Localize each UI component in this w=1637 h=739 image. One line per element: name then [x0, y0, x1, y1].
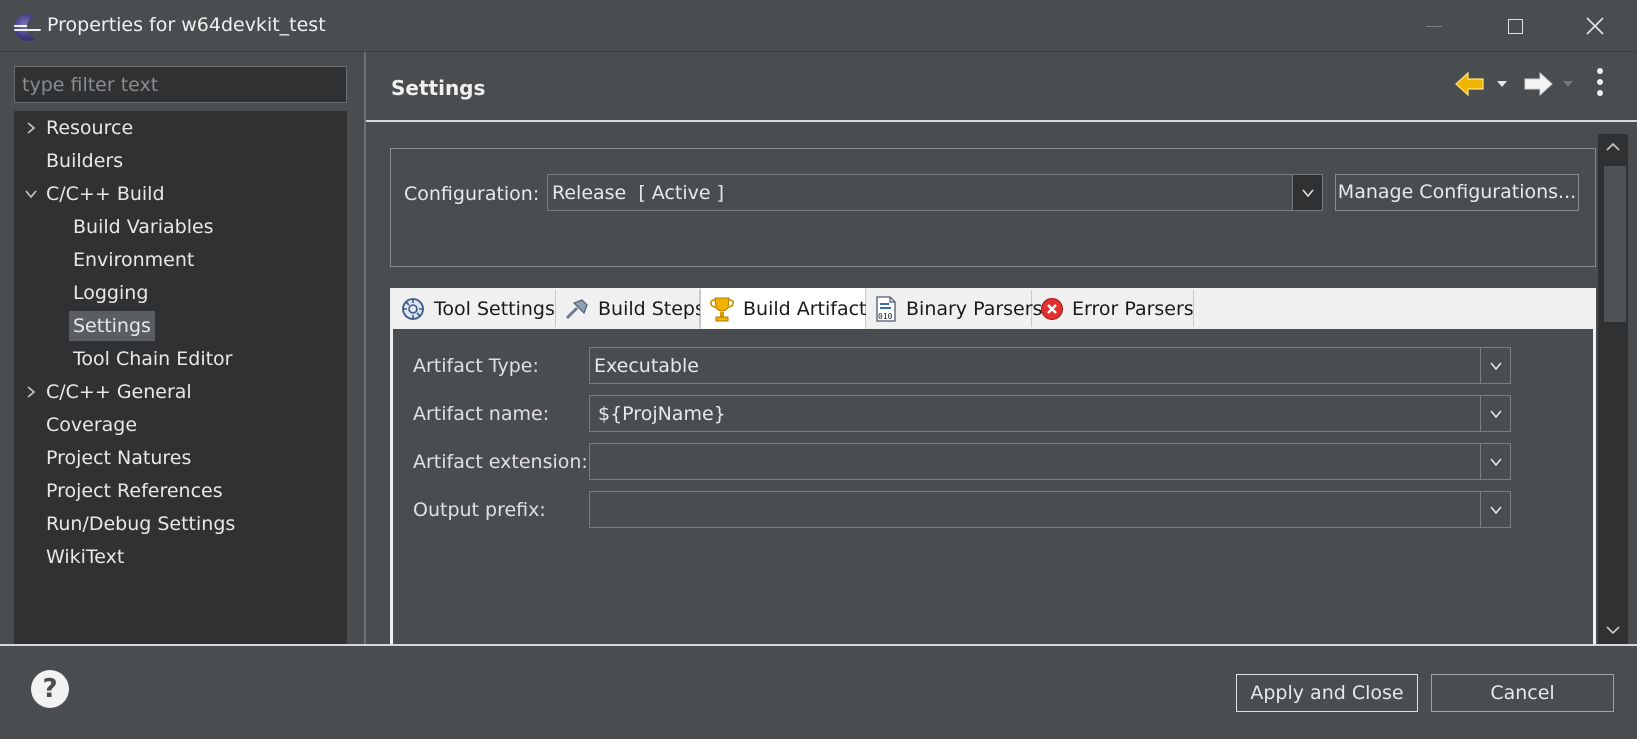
chevron-down-icon [1497, 81, 1507, 87]
configuration-select[interactable]: Release [ Active ] [547, 174, 1323, 211]
tree-item-environment[interactable]: Environment [69, 245, 198, 275]
configuration-value: Release [ Active ] [552, 181, 724, 204]
tree-item-resource[interactable]: Resource [42, 113, 137, 143]
close-icon [1586, 17, 1604, 35]
chevron-down-icon [1480, 492, 1510, 527]
back-arrow-icon [1455, 71, 1484, 97]
tab-strip: Tool Settings Build Steps Build Artifact… [390, 288, 1596, 329]
build-artifact-page: Artifact Type: Executable Artifact name:… [393, 329, 1593, 644]
minimize-button[interactable] [1414, 10, 1454, 42]
tree-item-wikitext[interactable]: WikiText [42, 542, 128, 572]
tab-build-artifact[interactable]: Build Artifact [700, 288, 867, 329]
chevron-down-icon [1480, 348, 1510, 383]
eclipse-icon [14, 14, 41, 41]
forward-arrow-icon [1524, 71, 1553, 97]
help-icon: ? [42, 674, 58, 704]
artifact-type-label: Artifact Type: [413, 355, 539, 377]
scroll-down-icon[interactable] [1605, 624, 1621, 639]
tree-item-tool-chain-editor[interactable]: Tool Chain Editor [69, 344, 237, 374]
apply-and-close-button[interactable]: Apply and Close [1236, 674, 1418, 712]
error-icon [1040, 296, 1064, 322]
tree-item-project-references[interactable]: Project References [42, 476, 227, 506]
chevron-right-icon[interactable] [24, 121, 38, 135]
settings-tab-folder: Tool Settings Build Steps Build Artifact… [390, 288, 1596, 644]
left-panel: ResourceBuildersC/C++ BuildBuild Variabl… [0, 52, 366, 644]
vertical-scrollbar[interactable] [1598, 134, 1628, 644]
output-prefix-field[interactable] [589, 491, 1511, 528]
tree-item-c-c-build[interactable]: C/C++ Build [42, 179, 169, 209]
scrollbar-thumb[interactable] [1604, 166, 1626, 322]
manage-configurations-button[interactable]: Manage Configurations... [1335, 174, 1579, 211]
chevron-down-icon [1480, 396, 1510, 431]
artifact-name-field[interactable]: ${ProjName} [589, 395, 1511, 432]
output-prefix-label: Output prefix: [413, 499, 546, 521]
cancel-button[interactable]: Cancel [1431, 674, 1614, 712]
view-menu-button[interactable] [1595, 68, 1605, 102]
tab-error-parsers[interactable]: Error Parsers [1032, 290, 1194, 327]
build-steps-icon [564, 296, 590, 322]
tab-tool-settings[interactable]: Tool Settings [392, 290, 556, 327]
tree-item-logging[interactable]: Logging [69, 278, 152, 308]
forward-button[interactable] [1522, 70, 1554, 102]
trophy-icon [709, 296, 735, 322]
back-dropdown-button[interactable] [1496, 78, 1508, 91]
artifact-name-value: ${ProjName} [598, 402, 726, 425]
dialog-footer: ? Apply and Close Cancel [0, 646, 1637, 739]
chevron-down-icon [1563, 81, 1573, 87]
tree-item-build-variables[interactable]: Build Variables [69, 212, 218, 242]
artifact-name-label: Artifact name: [413, 403, 550, 425]
artifact-type-value: Executable [594, 354, 699, 377]
chevron-right-icon[interactable] [24, 385, 38, 399]
maximize-button[interactable] [1495, 10, 1535, 42]
tab-binary-parsers[interactable]: 010 Binary Parsers [866, 290, 1042, 327]
filter-input[interactable] [14, 66, 347, 103]
artifact-type-select[interactable]: Executable [589, 347, 1511, 384]
property-tree: Resource Builders C/C++ Build Build Variabl… [14, 111, 347, 644]
title-bar: Properties for w64devkit_test [0, 0, 1637, 52]
page-title: Settings [391, 76, 486, 100]
page-header: Settings [366, 52, 1637, 122]
chevron-down-icon [1292, 175, 1322, 210]
artifact-extension-field[interactable] [589, 443, 1511, 480]
tree-item-c-c-general[interactable]: C/C++ General [42, 377, 196, 407]
right-panel: Settings Configuration: Release [ Active… [366, 52, 1637, 644]
scroll-up-icon[interactable] [1605, 140, 1621, 155]
tab-label: Binary Parsers [906, 297, 1043, 320]
chevron-down-icon[interactable] [24, 187, 38, 201]
window-title: Properties for w64devkit_test [47, 14, 326, 36]
back-button[interactable] [1454, 70, 1486, 102]
forward-dropdown-button[interactable] [1562, 78, 1574, 91]
tree-item-project-natures[interactable]: Project Natures [42, 443, 195, 473]
settings-scroll-area: Configuration: Release [ Active ] Manage… [366, 124, 1637, 644]
tab-label: Tool Settings [434, 297, 555, 320]
tab-build-steps[interactable]: Build Steps [556, 290, 705, 327]
svg-text:010: 010 [878, 312, 893, 321]
tool-settings-icon [400, 296, 426, 322]
chevron-down-icon [1480, 444, 1510, 479]
configuration-group: Configuration: Release [ Active ] Manage… [390, 148, 1596, 267]
tab-label: Build Steps [598, 297, 705, 320]
help-button[interactable]: ? [31, 670, 69, 708]
configuration-label: Configuration: [404, 183, 540, 205]
tab-label: Build Artifact [743, 297, 867, 320]
close-button[interactable] [1575, 10, 1615, 42]
artifact-extension-label: Artifact extension: [413, 451, 588, 473]
tree-item-run-debug-settings[interactable]: Run/Debug Settings [42, 509, 239, 539]
tree-item-coverage[interactable]: Coverage [42, 410, 141, 440]
tree-item-settings[interactable]: Settings [69, 311, 155, 341]
binary-parsers-icon: 010 [874, 295, 898, 322]
more-icon [1597, 68, 1603, 74]
tree-item-builders[interactable]: Builders [42, 146, 127, 176]
tab-label: Error Parsers [1072, 297, 1194, 320]
